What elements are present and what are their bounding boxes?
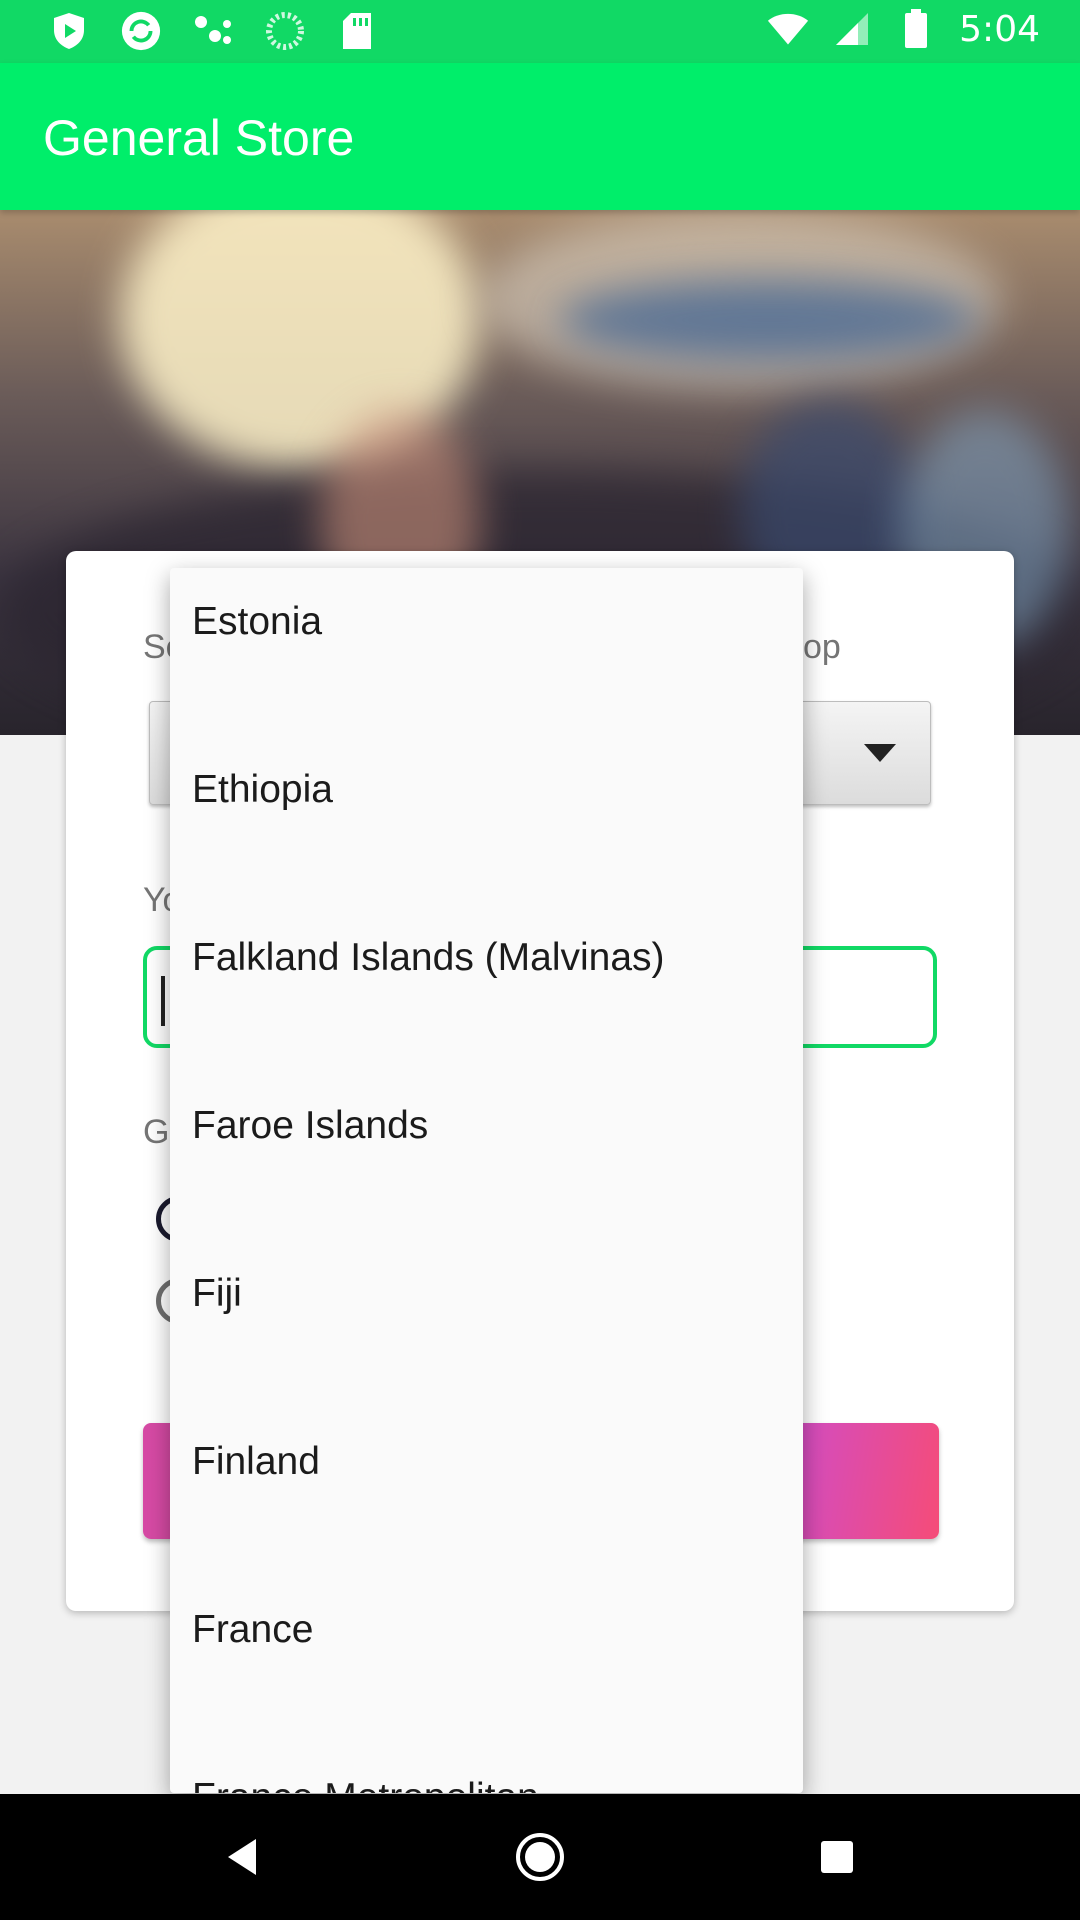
status-bar: 5:04 [0, 0, 1080, 63]
app-title: General Store [43, 110, 355, 166]
status-time: 5:04 [959, 8, 1040, 50]
status-notification-icons [48, 10, 378, 52]
text-cursor [161, 976, 165, 1026]
country-label-tail: op [803, 628, 841, 666]
dropdown-item[interactable]: Estonia [170, 568, 803, 706]
dropdown-item[interactable]: Finland [170, 1378, 803, 1546]
status-system-icons: 5:04 [767, 8, 1040, 50]
country-dropdown[interactable]: Estonia Ethiopia Falkland Islands (Malvi… [170, 568, 803, 1793]
dropdown-item[interactable]: France [170, 1546, 803, 1714]
loading-icon [264, 10, 306, 52]
home-icon[interactable] [510, 1827, 570, 1887]
dropdown-item[interactable]: France Metropolitan [170, 1714, 803, 1793]
sync-icon [120, 10, 162, 52]
back-icon[interactable] [212, 1827, 272, 1887]
recents-icon[interactable] [807, 1827, 867, 1887]
chevron-down-icon [864, 744, 896, 762]
dropdown-item[interactable]: Falkland Islands (Malvinas) [170, 874, 803, 1042]
dropdown-item[interactable]: Ethiopia [170, 706, 803, 874]
dots-icon [192, 10, 234, 52]
navigation-bar [0, 1794, 1080, 1920]
sd-card-icon [336, 10, 378, 52]
wifi-icon [767, 8, 809, 50]
play-shield-icon [48, 10, 90, 52]
battery-icon [895, 8, 937, 50]
signal-icon [831, 8, 873, 50]
dropdown-list: Estonia Ethiopia Falkland Islands (Malvi… [170, 568, 803, 1793]
dropdown-item[interactable]: Faroe Islands [170, 1042, 803, 1210]
dropdown-item[interactable]: Fiji [170, 1210, 803, 1378]
app-bar: General Store [0, 63, 1080, 210]
